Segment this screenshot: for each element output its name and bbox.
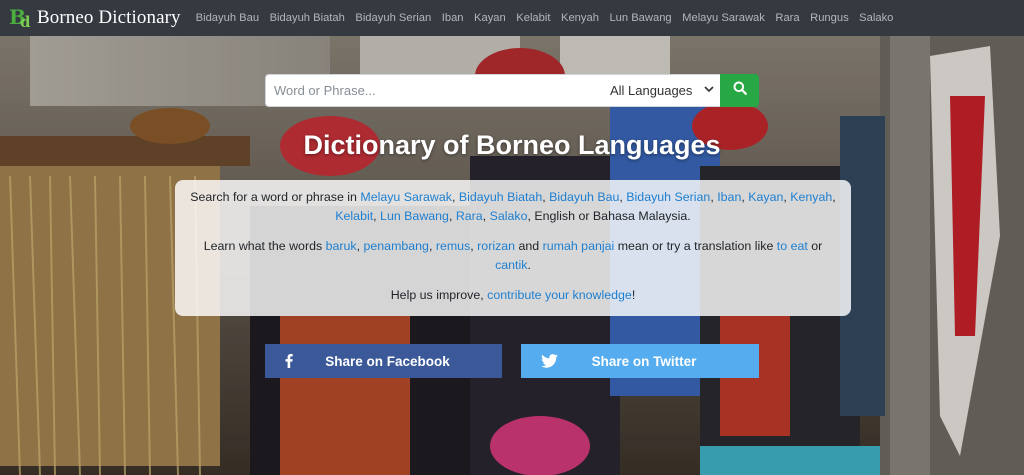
share-facebook-label: Share on Facebook [325, 353, 450, 369]
info-line-search: Search for a word or phrase in Melayu Sa… [190, 190, 836, 223]
link-translation-to-eat[interactable]: to eat [777, 239, 808, 253]
search-icon [733, 81, 747, 100]
nav-item-iban[interactable]: Iban [442, 12, 464, 24]
chevron-down-icon [704, 84, 714, 97]
info-panel: Search for a word or phrase in Melayu Sa… [175, 180, 851, 316]
link-word-rumah-panjai[interactable]: rumah panjai [543, 239, 615, 253]
search-form: All Languages [265, 74, 759, 107]
link-kayan[interactable]: Kayan [748, 190, 783, 204]
link-word-rorizan[interactable]: rorizan [477, 239, 515, 253]
nav-item-lun-bawang[interactable]: Lun Bawang [609, 12, 671, 24]
language-select[interactable]: All Languages [600, 74, 720, 107]
nav-item-salako[interactable]: Salako [859, 12, 893, 24]
link-iban[interactable]: Iban [717, 190, 741, 204]
hero-section: All Languages Dictionary of Borneo Langu… [0, 36, 1024, 475]
nav-item-kenyah[interactable]: Kenyah [561, 12, 599, 24]
nav-item-melayu-sarawak[interactable]: Melayu Sarawak [682, 12, 765, 24]
language-nav: Bidayuh Bau Bidayuh Biatah Bidayuh Seria… [196, 12, 904, 24]
link-bidayuh-biatah[interactable]: Bidayuh Biatah [459, 190, 542, 204]
link-word-baruk[interactable]: baruk [326, 239, 357, 253]
link-kenyah[interactable]: Kenyah [790, 190, 832, 204]
nav-item-bidayuh-bau[interactable]: Bidayuh Bau [196, 12, 259, 24]
brand-name: Borneo Dictionary [37, 7, 181, 28]
share-facebook-button[interactable]: Share on Facebook [265, 344, 502, 378]
nav-item-kelabit[interactable]: Kelabit [516, 12, 550, 24]
search-button[interactable] [720, 74, 759, 107]
brand-home-link[interactable]: Bd Borneo Dictionary [9, 5, 181, 31]
brand-logo-icon: Bd [9, 5, 31, 31]
link-word-penambang[interactable]: penambang [364, 239, 429, 253]
page-title: Dictionary of Borneo Languages [303, 130, 721, 160]
info-line-contribute: Help us improve, contribute your knowled… [390, 288, 636, 302]
share-twitter-button[interactable]: Share on Twitter [521, 344, 759, 378]
nav-item-kayan[interactable]: Kayan [474, 12, 506, 24]
link-salako[interactable]: Salako [490, 209, 528, 223]
link-translation-cantik[interactable]: cantik [495, 258, 527, 272]
twitter-icon [541, 344, 558, 378]
link-word-remus[interactable]: remus [436, 239, 470, 253]
search-input[interactable] [265, 74, 600, 107]
link-kelabit[interactable]: Kelabit [335, 209, 373, 223]
info-line-learn: Learn what the words baruk, penambang, r… [203, 239, 823, 272]
nav-item-bidayuh-biatah[interactable]: Bidayuh Biatah [270, 12, 345, 24]
contribute-link[interactable]: contribute your knowledge [487, 288, 632, 302]
link-rara[interactable]: Rara [456, 209, 483, 223]
nav-item-rara[interactable]: Rara [775, 12, 799, 24]
facebook-icon [285, 344, 293, 378]
link-bidayuh-serian[interactable]: Bidayuh Serian [626, 190, 710, 204]
link-lun-bawang[interactable]: Lun Bawang [380, 209, 449, 223]
nav-item-bidayuh-serian[interactable]: Bidayuh Serian [355, 12, 431, 24]
link-bidayuh-bau[interactable]: Bidayuh Bau [549, 190, 619, 204]
link-melayu-sarawak[interactable]: Melayu Sarawak [360, 190, 452, 204]
nav-item-rungus[interactable]: Rungus [810, 12, 849, 24]
navbar: Bd Borneo Dictionary Bidayuh Bau Bidayuh… [0, 0, 1024, 36]
language-select-value: All Languages [610, 83, 693, 98]
